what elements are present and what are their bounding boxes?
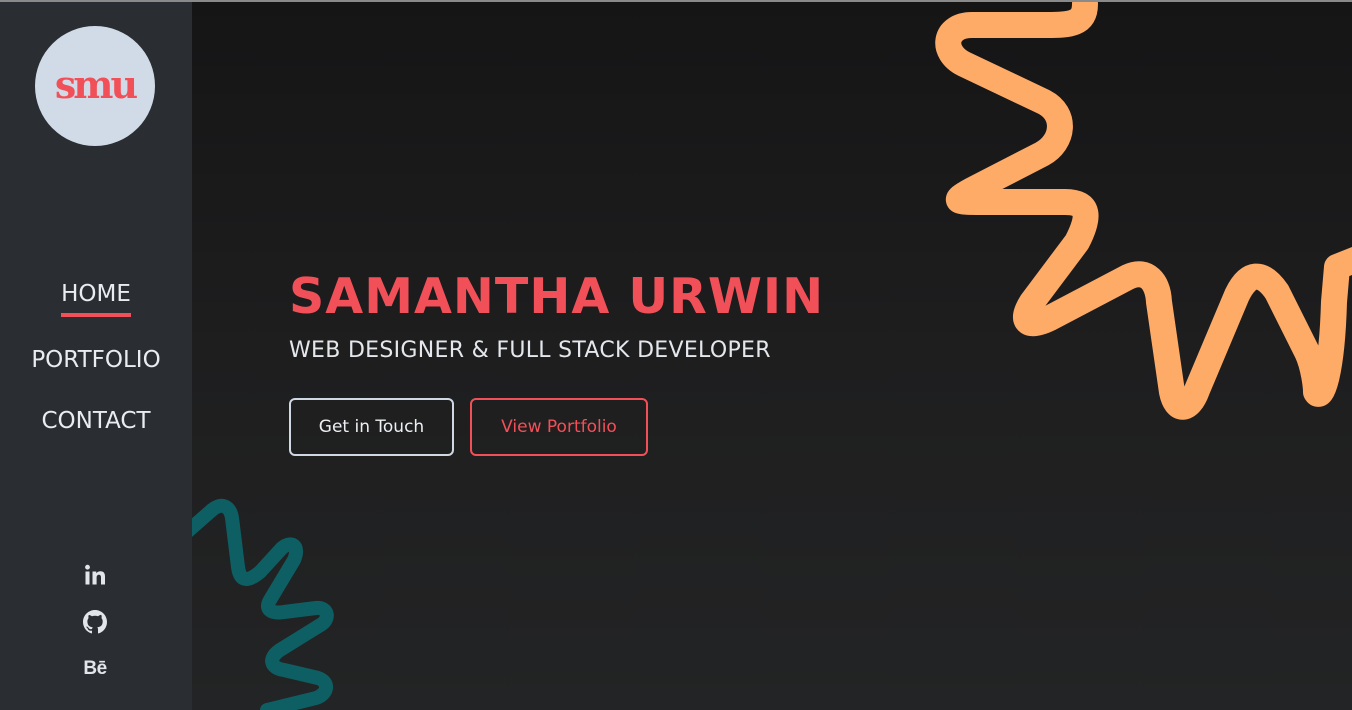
sidebar: smu HOME PORTFOLIO CONTACT Bē [0,2,192,710]
hero-name: SAMANTHA URWIN [289,268,825,325]
nav-item-portfolio[interactable]: PORTFOLIO [0,346,192,379]
behance-icon[interactable]: Bē [83,657,107,681]
nav-item-contact-label: CONTACT [41,408,151,434]
hero-content: SAMANTHA URWIN WEB DESIGNER & FULL STACK… [289,268,1049,456]
get-in-touch-button[interactable]: Get in Touch [289,398,454,456]
nav-item-portfolio-label: PORTFOLIO [31,347,161,373]
github-icon[interactable] [83,610,107,634]
hero-role: WEB DESIGNER & FULL STACK DEVELOPER [289,338,771,363]
cta-buttons: Get in Touch View Portfolio [289,398,648,456]
github-glyph [83,610,107,634]
nav-item-contact[interactable]: CONTACT [0,407,192,440]
teal-squiggle-decoration [192,498,334,710]
linkedin-glyph [85,564,105,585]
view-portfolio-button[interactable]: View Portfolio [470,398,648,456]
nav-item-home[interactable]: HOME [0,280,192,317]
logo[interactable]: smu [35,26,155,146]
logo-text: smu [54,62,138,107]
nav-item-home-label: HOME [61,280,131,317]
page: smu HOME PORTFOLIO CONTACT Bē SAMANTHA U… [0,0,1352,710]
linkedin-icon[interactable] [83,563,107,587]
hero-section: SAMANTHA URWIN WEB DESIGNER & FULL STACK… [192,2,1352,710]
behance-label: Bē [83,658,107,679]
